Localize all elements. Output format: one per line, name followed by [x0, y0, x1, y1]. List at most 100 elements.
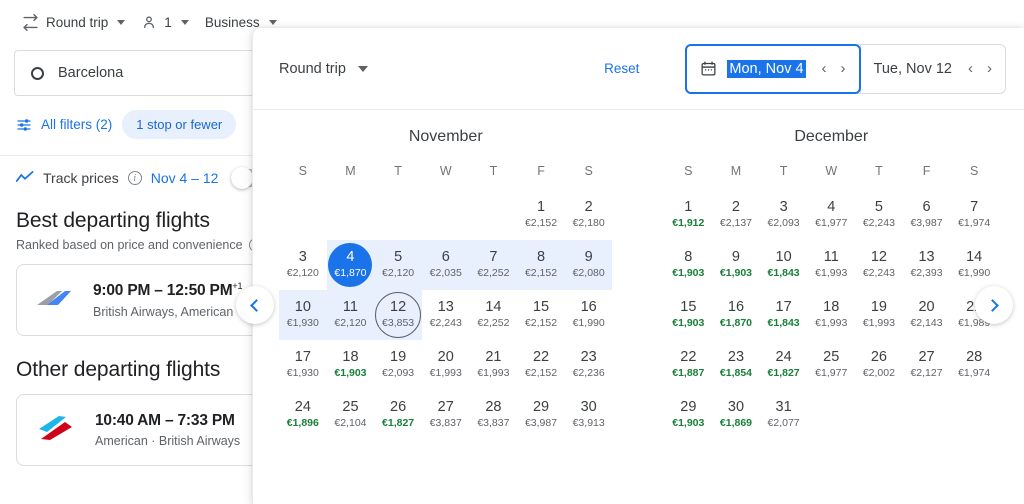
day-price: €2,080: [572, 267, 605, 280]
day-cell-december-18[interactable]: 18 €1,993: [807, 290, 855, 340]
day-cell-november-24[interactable]: 24 €1,896: [279, 390, 327, 440]
day-cell-november-7[interactable]: 7 €2,252: [469, 240, 518, 290]
day-cell-november-13[interactable]: 13 €2,243: [422, 290, 470, 340]
day-cell-november-28[interactable]: 28 €3,837: [470, 390, 518, 440]
day-cell-november-26[interactable]: 26 €1,827: [374, 390, 422, 440]
trip-type-selector[interactable]: Round trip: [14, 10, 133, 35]
day-cell-november-17[interactable]: 17 €1,930: [279, 340, 327, 390]
day-cell-november-19[interactable]: 19 €2,093: [374, 340, 422, 390]
day-cell-december-19[interactable]: 19 €1,993: [855, 290, 903, 340]
departure-prev-day-button[interactable]: ‹: [822, 60, 827, 77]
day-cell-november-21[interactable]: 21 €1,993: [470, 340, 518, 390]
day-cell-december-29[interactable]: 29 €1,903: [665, 390, 713, 440]
day-cell-december-28[interactable]: 28 €1,974: [950, 340, 998, 390]
weekday-label: T: [489, 164, 498, 178]
day-cell-december-14[interactable]: 14 €1,990: [950, 240, 998, 290]
day-price: €3,837: [477, 417, 510, 430]
weekday-label: T: [394, 164, 402, 178]
track-prices-dates: Nov 4 – 12: [150, 170, 219, 186]
day-cell-november-2[interactable]: 2 €2,180: [565, 190, 613, 240]
stops-filter-chip[interactable]: 1 stop or fewer: [122, 110, 237, 139]
day-number: 29: [680, 399, 697, 416]
departure-next-day-button[interactable]: ›: [841, 60, 846, 77]
day-price: €1,993: [429, 367, 462, 380]
day-cell-december-7[interactable]: 7 €1,974: [950, 190, 998, 240]
day-cell-december-3[interactable]: 3 €2,093: [760, 190, 808, 240]
weekday-label: F: [537, 164, 545, 178]
departure-date-field[interactable]: Mon, Nov 4 ‹ ›: [685, 43, 861, 94]
day-cell-december-2[interactable]: 2 €2,137: [712, 190, 760, 240]
day-cell-december-17[interactable]: 17 €1,843: [760, 290, 808, 340]
day-number: 17: [775, 299, 792, 316]
day-price: €3,853: [382, 317, 415, 330]
day-cell-december-23[interactable]: 23 €1,854: [712, 340, 760, 390]
day-cell-november-9[interactable]: 9 €2,080: [564, 240, 613, 290]
day-price: €1,887: [672, 367, 705, 380]
day-cell-december-20[interactable]: 20 €2,143: [903, 290, 951, 340]
month-title: December: [794, 128, 869, 145]
day-cell-december-13[interactable]: 13 €2,393: [903, 240, 951, 290]
day-cell-december-25[interactable]: 25 €1,977: [807, 340, 855, 390]
all-filters-button[interactable]: All filters (2): [16, 117, 112, 133]
reset-button[interactable]: Reset: [604, 61, 639, 76]
day-price: €2,104: [334, 417, 367, 430]
day-cell-november-14[interactable]: 14 €2,252: [470, 290, 518, 340]
day-cell-november-8[interactable]: 8 €2,152: [517, 240, 565, 290]
return-next-day-button[interactable]: ›: [987, 60, 992, 77]
day-price: €1,977: [815, 217, 848, 230]
chevron-down-icon: [357, 65, 368, 72]
day-cell-december-1[interactable]: 1 €1,912: [665, 190, 713, 240]
previous-month-button[interactable]: [236, 286, 274, 324]
day-cell-november-25[interactable]: 25 €2,104: [327, 390, 375, 440]
day-number: 6: [441, 249, 450, 266]
return-prev-day-button[interactable]: ‹: [968, 60, 973, 77]
day-cell-december-15[interactable]: 15 €1,903: [665, 290, 713, 340]
day-cell-november-23[interactable]: 23 €2,236: [565, 340, 613, 390]
month-december: December S M T W T F S 1 €1,912 2 €2,137 3 €2,093 4 €1,…: [639, 128, 1024, 440]
day-number: 23: [580, 349, 597, 366]
day-cell-december-5[interactable]: 5 €2,243: [855, 190, 903, 240]
day-cell-november-20[interactable]: 20 €1,993: [422, 340, 470, 390]
day-cell-december-16[interactable]: 16 €1,870: [712, 290, 760, 340]
day-cell-november-15[interactable]: 15 €2,152: [517, 290, 565, 340]
day-cell-november-16[interactable]: 16 €1,990: [565, 290, 613, 340]
day-cell-november-27[interactable]: 27 €3,837: [422, 390, 470, 440]
weekday-label: F: [922, 164, 931, 178]
day-cell-december-11[interactable]: 11 €1,993: [807, 240, 855, 290]
day-price: €2,093: [767, 217, 800, 230]
calendar-trip-type-selector[interactable]: Round trip: [279, 61, 368, 77]
return-date-field[interactable]: Tue, Nov 12 ‹ ›: [859, 44, 1005, 93]
day-cell-december-24[interactable]: 24 €1,827: [760, 340, 808, 390]
next-month-button[interactable]: [975, 286, 1013, 324]
day-cell-november-29[interactable]: 29 €3,987: [517, 390, 565, 440]
day-cell-november-4[interactable]: 4 €1,870: [326, 240, 375, 290]
day-number: 13: [918, 249, 935, 266]
day-cell-december-31[interactable]: 31 €2,077: [760, 390, 808, 440]
day-cell-november-5[interactable]: 5 €2,120: [374, 240, 422, 290]
day-cell-december-26[interactable]: 26 €2,002: [855, 340, 903, 390]
day-cell-november-22[interactable]: 22 €2,152: [517, 340, 565, 390]
day-cell-november-1[interactable]: 1 €2,152: [517, 190, 565, 240]
day-cell-december-12[interactable]: 12 €2,243: [855, 240, 903, 290]
day-cell-november-3[interactable]: 3 €2,120: [279, 240, 327, 290]
day-cell-december-30[interactable]: 30 €1,869: [712, 390, 760, 440]
day-cell-december-6[interactable]: 6 €3,987: [903, 190, 951, 240]
day-cell-november-6[interactable]: 6 €2,035: [421, 240, 470, 290]
day-cell-november-30[interactable]: 30 €3,913: [565, 390, 613, 440]
week-row: 22 €1,887 23 €1,854 24 €1,827 25 €1,977 26 €2,002…: [665, 340, 999, 390]
passengers-selector[interactable]: 1: [133, 10, 197, 34]
day-cell-november-12[interactable]: 12 €3,853: [374, 290, 422, 340]
weekday-label: S: [969, 164, 979, 178]
day-cell-december-10[interactable]: 10 €1,843: [760, 240, 808, 290]
day-cell-november-11[interactable]: 11 €2,120: [326, 290, 375, 340]
day-cell-november-10[interactable]: 10 €1,930: [279, 290, 327, 340]
day-cell-december-9[interactable]: 9 €1,903: [712, 240, 760, 290]
day-cell-november-18[interactable]: 18 €1,903: [327, 340, 375, 390]
day-cell-december-4[interactable]: 4 €1,977: [807, 190, 855, 240]
day-number: 8: [536, 249, 546, 266]
day-cell-december-27[interactable]: 27 €2,127: [903, 340, 951, 390]
day-cell-december-8[interactable]: 8 €1,903: [665, 240, 713, 290]
day-price: €2,077: [767, 417, 800, 430]
info-icon[interactable]: i: [127, 171, 142, 185]
day-cell-december-22[interactable]: 22 €1,887: [665, 340, 713, 390]
